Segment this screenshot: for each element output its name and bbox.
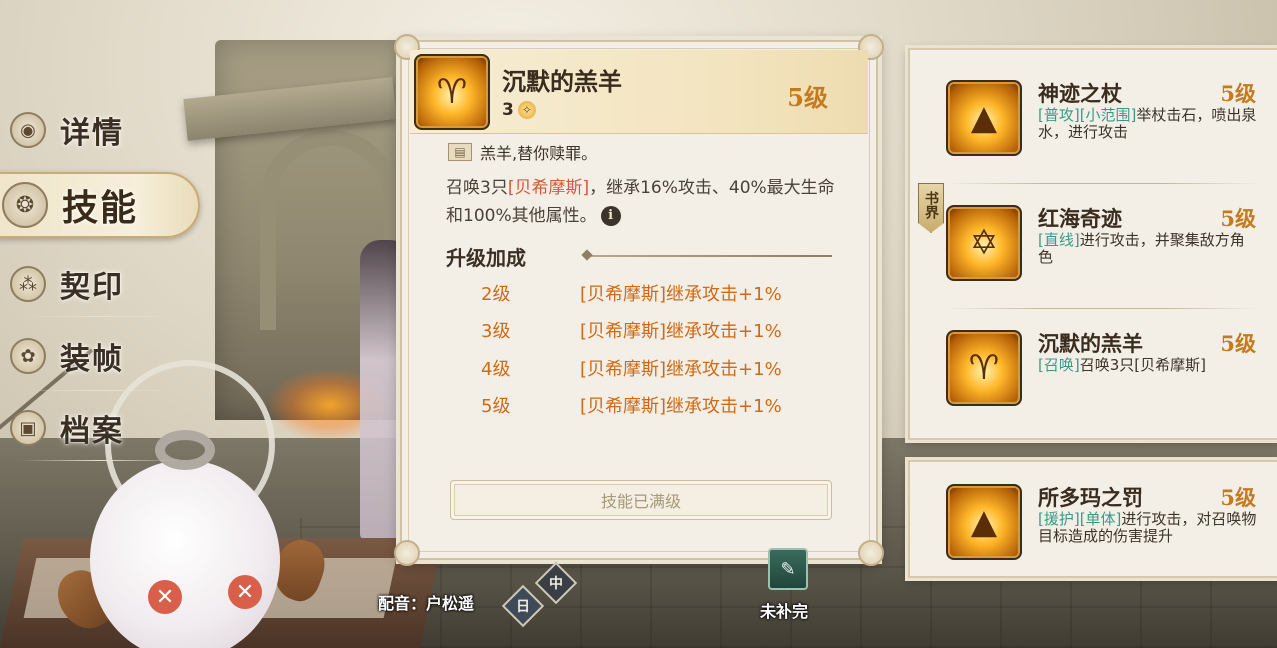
skill-quote: ▤ 羔羊,替你赎罪。 xyxy=(448,140,597,164)
skill-tags: [普攻][小范围] xyxy=(1038,106,1137,124)
skill-detail-header: ♈ 沉默的羔羊 3 ✧ 5级 xyxy=(410,50,868,134)
skill-cost: 3 ✧ xyxy=(502,100,536,120)
ornament-corner xyxy=(394,540,420,566)
skill-detail-panel: ♈ 沉默的羔羊 3 ✧ 5级 ▤ 羔羊,替你赎罪。 召唤3只[贝希摩斯]，继承1… xyxy=(394,34,884,566)
upgrade-level: 4级 xyxy=(481,358,511,380)
skill-name: 沉默的羔羊 xyxy=(1038,331,1143,356)
support-skill-panel: ▲ 所多玛之罚 5级 [援护][单体]进行攻击，对召唤物目标造成的伤害提升 xyxy=(908,460,1277,578)
mascot-eye-right: ✕ xyxy=(228,575,262,609)
skill-level: 5级 xyxy=(1220,331,1256,356)
skill-list-panel: ▲ 神迹之杖 5级 [普攻][小范围]举杖击石，喷出泉水，进行攻击 ✡ 红海奇迹… xyxy=(908,48,1277,440)
skill-level: 5级 xyxy=(1220,485,1256,510)
book-realm-tab[interactable]: 书界 xyxy=(918,183,944,233)
skill-summary: [援护][单体]进行攻击，对召唤物目标造成的伤害提升 xyxy=(1038,511,1258,545)
upgrade-divider xyxy=(587,255,832,257)
upgrade-effect: [贝希摩斯]继承攻击+1% xyxy=(580,321,782,343)
nav-item-binding[interactable]: ✿ 装帧 xyxy=(0,328,200,384)
book-icon: ▤ xyxy=(448,143,472,161)
skill-card-silent-lamb[interactable]: ♈ 沉默的羔羊 5级 [召唤]召唤3只[贝希摩斯] xyxy=(910,300,1277,410)
lang-cn-label: 中 xyxy=(549,576,563,592)
lotus-icon: ✿ xyxy=(10,338,46,374)
skill-card-sodom[interactable]: ▲ 所多玛之罚 5级 [援护][单体]进行攻击，对召唤物目标造成的伤害提升 xyxy=(910,454,1277,564)
skill-maxed-button[interactable]: 技能已满级 xyxy=(450,480,832,520)
nav-item-skills[interactable]: ❂ 技能 xyxy=(0,172,200,238)
skill-summary: [召唤]召唤3只[贝希摩斯] xyxy=(1038,357,1258,374)
desc-prefix: 召唤3只 xyxy=(446,178,508,198)
desc-highlight: [贝希摩斯] xyxy=(507,178,590,198)
skill-card-divine-staff[interactable]: ▲ 神迹之杖 5级 [普攻][小范围]举杖击石，喷出泉水，进行攻击 xyxy=(910,50,1277,160)
info-icon[interactable]: i xyxy=(600,206,621,226)
nav-item-label: 详情 xyxy=(60,116,124,151)
nav-item-archive[interactable]: ▣ 档案 xyxy=(0,400,200,456)
skill-tags: [直线] xyxy=(1038,231,1080,249)
silent-lamb-icon: ♈ xyxy=(414,54,490,130)
skill-summary: [普攻][小范围]举杖击石，喷出泉水，进行攻击 xyxy=(1038,107,1258,141)
skill-tags: [召唤] xyxy=(1038,356,1080,374)
upgrade-row: 2级 [贝希摩斯]继承攻击+1% xyxy=(402,274,880,312)
skill-level: 5级 xyxy=(787,83,828,112)
skill-quote-text: 羔羊,替你赎罪。 xyxy=(480,144,598,163)
upgrade-effect: [贝希摩斯]继承攻击+1% xyxy=(580,283,782,305)
unfinished-book-icon[interactable]: ✎ xyxy=(768,548,808,590)
skill-description: 召唤3只[贝希摩斯]，继承16%攻击、40%最大生命和100%其他属性。 i xyxy=(446,174,846,230)
silent-lamb-icon: ♈ xyxy=(946,330,1022,406)
upgrade-effect: [贝希摩斯]继承攻击+1% xyxy=(580,396,782,418)
divine-staff-icon: ▲ xyxy=(946,80,1022,156)
skill-tags: [援护][单体] xyxy=(1038,510,1122,528)
nav-item-details[interactable]: ◉ 详情 xyxy=(0,102,200,158)
skill-level: 5级 xyxy=(1220,81,1256,106)
upgrade-list: 2级 [贝希摩斯]继承攻击+1% 3级 [贝希摩斯]继承攻击+1% 4级 [贝希… xyxy=(402,274,880,424)
upgrade-row: 3级 [贝希摩斯]继承攻击+1% xyxy=(402,312,880,350)
nav-item-seal[interactable]: ⁂ 契印 xyxy=(0,256,200,312)
upgrade-row: 4级 [贝希摩斯]继承攻击+1% xyxy=(402,349,880,387)
upgrade-effect: [贝希摩斯]继承攻击+1% xyxy=(580,358,782,380)
ornament-corner xyxy=(858,540,884,566)
mascot-body xyxy=(90,460,280,648)
upgrade-title: 升级加成 xyxy=(446,246,526,270)
skill-swirl-icon: ❂ xyxy=(2,182,48,228)
upgrade-level: 5级 xyxy=(481,396,511,418)
nav-item-label: 技能 xyxy=(62,187,139,229)
upgrade-level: 2级 xyxy=(481,283,511,305)
nav-divider xyxy=(20,390,180,391)
nav-item-label: 契印 xyxy=(60,270,124,305)
upgrade-row: 5级 [贝希摩斯]继承攻击+1% xyxy=(402,387,880,425)
skill-name: 所多玛之罚 xyxy=(1038,485,1143,510)
red-sea-icon: ✡ xyxy=(946,205,1022,281)
skill-level: 5级 xyxy=(1220,206,1256,231)
eye-icon: ◉ xyxy=(10,112,46,148)
voice-actor-label: 配音：户松遥 xyxy=(378,594,475,613)
nav-item-label: 装帧 xyxy=(60,342,124,377)
skill-summary: [直线]进行攻击，并聚集敌方角色 xyxy=(1038,232,1258,266)
skill-title: 沉默的羔羊 xyxy=(502,67,622,96)
archive-icon: ▣ xyxy=(10,410,46,446)
lang-jp-label: 日 xyxy=(516,599,530,615)
skill-name: 红海奇迹 xyxy=(1038,206,1122,231)
mascot-eye-left: ✕ xyxy=(148,580,182,614)
upgrade-level: 3级 xyxy=(481,321,511,343)
sodom-punishment-icon: ▲ xyxy=(946,484,1022,560)
skill-name: 神迹之杖 xyxy=(1038,81,1122,106)
skill-card-red-sea[interactable]: ✡ 红海奇迹 5级 [直线]进行攻击，并聚集敌方角色 xyxy=(910,175,1277,285)
skill-cost-value: 3 xyxy=(502,100,514,120)
unfinished-status: 未补完 xyxy=(760,602,809,621)
skill-summary-text: 召唤3只[贝希摩斯] xyxy=(1079,356,1206,374)
energy-icon: ✧ xyxy=(517,101,536,119)
nav-divider xyxy=(20,460,180,461)
nav-item-label: 档案 xyxy=(60,414,124,449)
seal-nodes-icon: ⁂ xyxy=(10,266,46,302)
nav-divider xyxy=(20,316,180,317)
